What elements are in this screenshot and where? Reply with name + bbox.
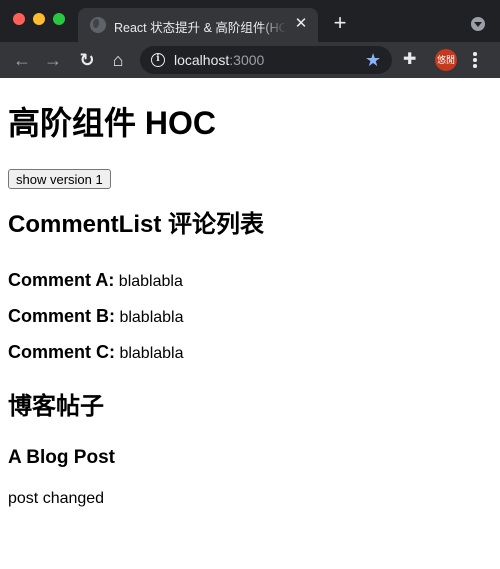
bookmark-star-icon[interactable]: ★ [365, 49, 381, 71]
blog-post-title: A Blog Post [8, 447, 115, 468]
page-content: 高阶组件 HOC show version 1 CommentList 评论列表… [0, 78, 500, 569]
url-text[interactable]: localhost:3000 [174, 52, 264, 68]
comment-text: blablabla [118, 273, 183, 290]
comment-list-heading: CommentList 评论列表 [8, 211, 265, 238]
browser-titlebar: React 状态提升 & 高阶组件(HOC) ✕ + [0, 0, 500, 42]
comment-item: Comment B: blablabla [8, 306, 184, 328]
comment-label: Comment C: [8, 342, 115, 362]
url-host: localhost [174, 52, 230, 68]
globe-icon [90, 17, 106, 33]
window-minimize-button[interactable] [33, 13, 45, 25]
new-tab-button[interactable]: + [330, 12, 350, 34]
window-close-button[interactable] [13, 13, 25, 25]
comment-text: blablabla [119, 309, 184, 326]
home-icon[interactable]: ⌂ [107, 49, 129, 71]
browser-toolbar: ← → ↻ ⌂ i localhost:3000 ★ ✚ 悠閒 [0, 42, 500, 78]
page-title: 高阶组件 HOC [8, 105, 217, 141]
window-maximize-button[interactable] [53, 13, 65, 25]
blog-post-body: post changed [8, 490, 105, 507]
url-port: :3000 [229, 52, 265, 68]
show-version-button[interactable]: show version 1 [8, 169, 111, 189]
tab-title: React 状态提升 & 高阶组件(HOC) [114, 21, 286, 35]
tab-close-icon[interactable]: ✕ [292, 15, 310, 33]
comment-label: Comment A: [8, 270, 115, 290]
site-info-icon[interactable]: i [151, 53, 165, 67]
kebab-menu-icon[interactable] [473, 52, 477, 70]
profile-avatar[interactable]: 悠閒 [435, 49, 457, 71]
forward-arrow-icon[interactable]: → [42, 49, 64, 71]
comment-text: blablabla [119, 345, 184, 362]
tab-search-icon[interactable] [471, 17, 485, 31]
comment-item: Comment C: blablabla [8, 342, 184, 364]
extensions-puzzle-icon[interactable]: ✚ [403, 50, 416, 70]
browser-tab-active[interactable]: React 状态提升 & 高阶组件(HOC) ✕ [78, 8, 318, 42]
blog-heading: 博客帖子 [8, 393, 104, 420]
comment-label: Comment B: [8, 306, 115, 326]
comment-item: Comment A: blablabla [8, 270, 183, 292]
back-arrow-icon[interactable]: ← [11, 49, 33, 71]
reload-icon[interactable]: ↻ [76, 49, 98, 71]
address-bar[interactable]: i localhost:3000 ★ [140, 46, 392, 74]
